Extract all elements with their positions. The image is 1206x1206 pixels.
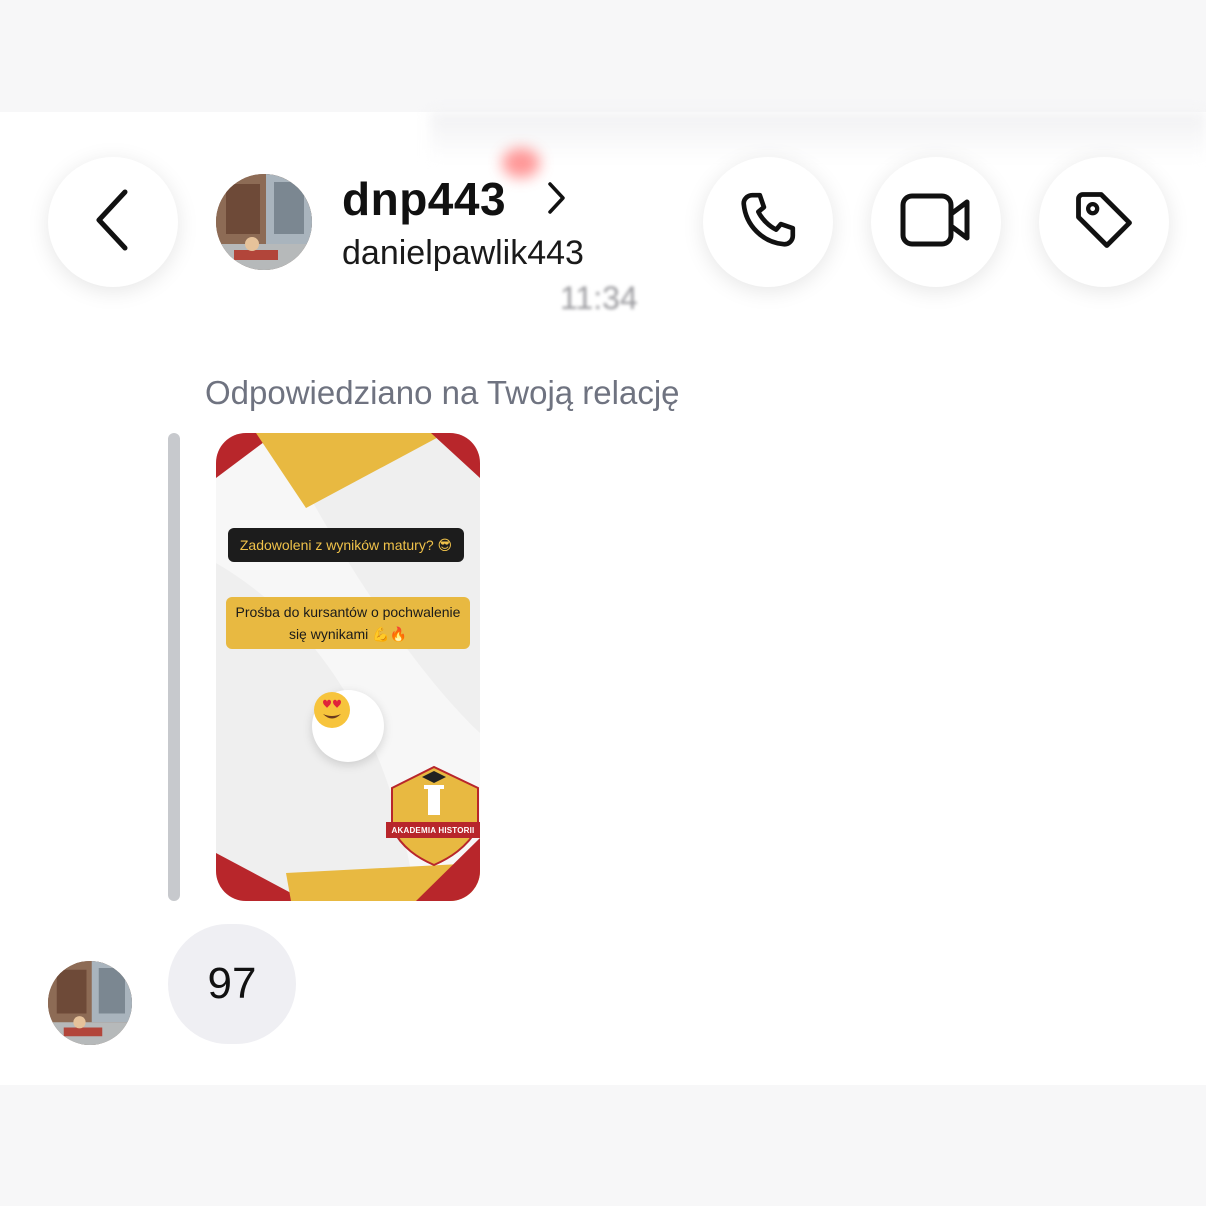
tag-icon (1070, 186, 1138, 259)
story-reaction (312, 690, 384, 762)
reply-indicator-bar (168, 433, 180, 901)
call-button[interactable] (703, 157, 833, 287)
chevron-right-icon[interactable] (545, 180, 567, 221)
video-call-button[interactable] (871, 157, 1001, 287)
status-area (0, 0, 1206, 112)
message-timestamp: 11:34 (560, 280, 638, 316)
story-logo-label: AKADEMIA HISTORII (386, 822, 480, 838)
story-preview[interactable]: Zadowoleni z wyników matury? 😎 Prośba do… (216, 433, 480, 901)
composer-area (0, 1085, 1206, 1206)
blurred-backdrop (430, 112, 1206, 162)
display-name[interactable]: dnp443 (342, 172, 506, 226)
chevron-left-icon (93, 188, 133, 257)
sender-avatar[interactable] (48, 961, 132, 1045)
story-prompt-text: Prośba do kursantów o pochwalenie się wy… (226, 597, 470, 649)
message-bubble[interactable]: 97 (168, 924, 296, 1044)
tag-button[interactable] (1039, 157, 1169, 287)
phone-icon (733, 185, 803, 260)
story-question-text: Zadowoleni z wyników matury? 😎 (228, 528, 464, 562)
blurred-notification-dot (502, 148, 540, 178)
back-button[interactable] (48, 157, 178, 287)
story-reply-caption: Odpowiedziano na Twoją relację (205, 374, 680, 411)
username[interactable]: danielpawlik443 (342, 234, 584, 273)
profile-avatar[interactable] (216, 174, 312, 270)
video-camera-icon (899, 190, 973, 255)
